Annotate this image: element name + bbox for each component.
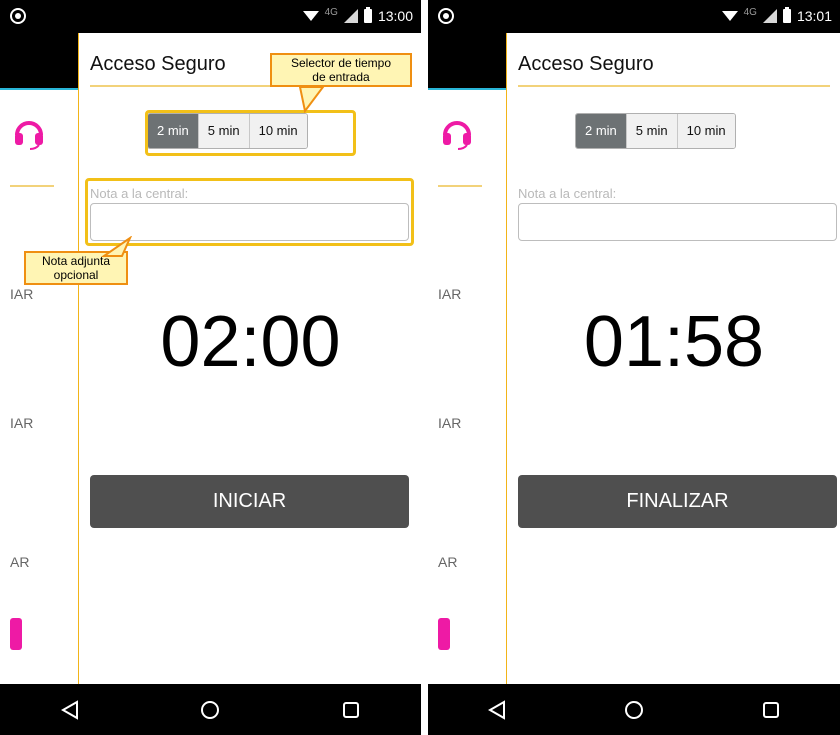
drawer-header: [428, 33, 506, 88]
countdown-timer: 01:58: [583, 302, 765, 382]
battery-icon: [782, 7, 791, 23]
note-callout-text: opcional: [53, 268, 99, 282]
drawer-separator: [438, 185, 482, 187]
selector-callout-text: de entrada: [312, 70, 370, 84]
drawer-item-label[interactable]: IAR: [438, 286, 461, 302]
start-button[interactable]: INICIAR: [90, 475, 409, 528]
network-type-label: 4G: [743, 6, 757, 18]
drawer-item-label[interactable]: IAR: [10, 415, 33, 431]
network-type-label: 4G: [324, 6, 338, 18]
android-debug-icon: [438, 8, 454, 24]
time-selector-highlight: [145, 110, 356, 156]
status-icons: 4G 13:00: [302, 6, 413, 26]
phone-screen-right: 4G 13:01 IAR IAR AR Acceso Seguro 2 min …: [428, 0, 840, 735]
time-selector: 2 min 5 min 10 min: [575, 113, 736, 149]
signal-icon: [343, 9, 358, 23]
status-time: 13:01: [796, 8, 832, 24]
time-option-5-min[interactable]: 5 min: [626, 114, 678, 148]
signal-icon: [762, 9, 777, 23]
recents-square-icon[interactable]: [331, 690, 371, 730]
android-debug-icon: [10, 8, 26, 24]
drawer-header-line: [0, 88, 78, 90]
home-circle-icon[interactable]: [614, 690, 654, 730]
headset-icon[interactable]: [12, 117, 46, 156]
drawer-pink-tab[interactable]: [438, 618, 450, 650]
time-option-10-min[interactable]: 10 min: [677, 114, 735, 148]
home-circle-icon[interactable]: [190, 690, 230, 730]
navigation-drawer: IAR IAR AR: [0, 33, 79, 684]
status-icons: 4G 13:01: [721, 6, 832, 26]
selector-callout-pointer: [298, 87, 325, 113]
status-time: 13:00: [377, 8, 413, 24]
phone-screen-left: 4G 13:00 IAR IAR AR Acceso Seguro 2 min …: [0, 0, 421, 735]
page-title: Acceso Seguro: [518, 53, 654, 75]
status-bar: 4G 13:01: [428, 0, 840, 33]
drawer-item-label[interactable]: IAR: [10, 286, 33, 302]
main-content: Acceso Seguro 2 min 5 min 10 min Nota a …: [508, 33, 840, 684]
screen-divider: [421, 0, 428, 735]
back-triangle-icon[interactable]: [477, 690, 517, 730]
navigation-bar: [0, 684, 421, 735]
drawer-pink-tab[interactable]: [10, 618, 22, 650]
drawer-item-label[interactable]: IAR: [438, 415, 461, 431]
time-option-2-min[interactable]: 2 min: [576, 114, 627, 148]
headset-icon[interactable]: [440, 117, 474, 156]
status-bar: 4G 13:00: [0, 0, 421, 33]
recents-square-icon[interactable]: [751, 690, 791, 730]
selector-callout-text: Selector de tiempo: [290, 56, 392, 70]
back-triangle-icon[interactable]: [50, 690, 90, 730]
note-callout-pointer: [100, 236, 132, 257]
drawer-separator: [10, 185, 54, 187]
navigation-drawer: IAR IAR AR: [428, 33, 507, 684]
note-label: Nota a la central:: [518, 186, 617, 201]
countdown-timer: 02:00: [160, 302, 341, 382]
navigation-bar: [428, 684, 840, 735]
title-underline: [518, 85, 830, 87]
wifi-icon: [721, 11, 738, 21]
drawer-header-line: [428, 88, 506, 90]
battery-icon: [363, 7, 372, 23]
finish-button[interactable]: FINALIZAR: [518, 475, 837, 528]
drawer-header: [0, 33, 78, 88]
drawer-item-label[interactable]: AR: [438, 554, 457, 570]
drawer-item-label[interactable]: AR: [10, 554, 29, 570]
selector-callout: Selector de tiempo de entrada: [270, 53, 412, 87]
page-title: Acceso Seguro: [90, 53, 226, 75]
wifi-icon: [302, 11, 319, 21]
note-input[interactable]: [518, 203, 837, 241]
